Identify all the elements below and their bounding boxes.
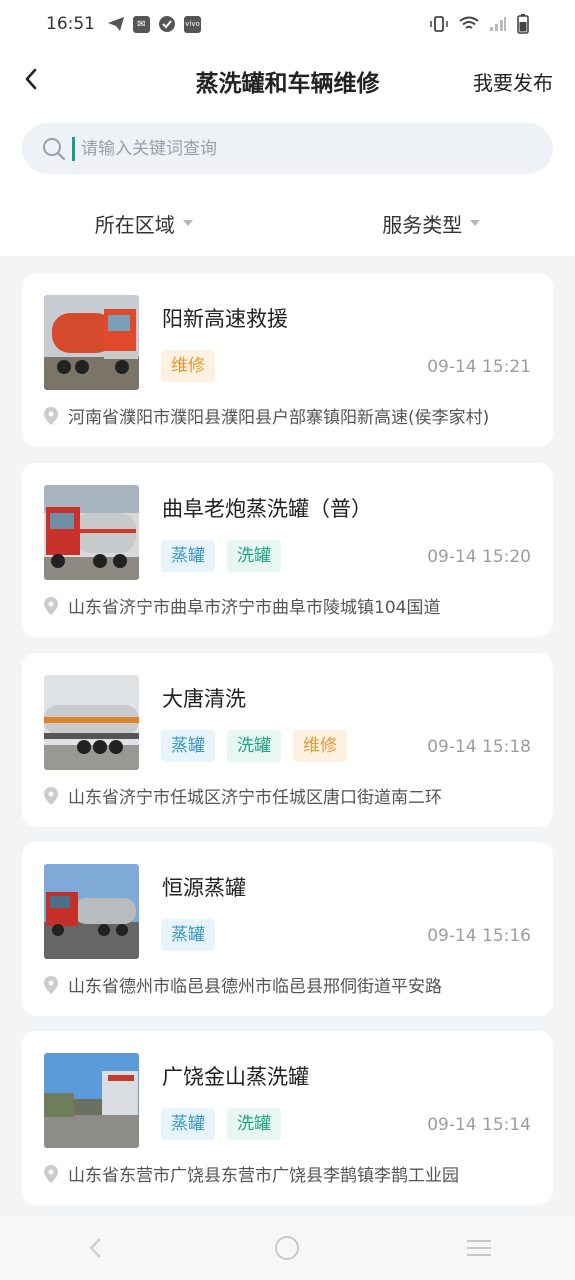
listing-thumbnail	[44, 1053, 139, 1148]
listing-thumbnail	[44, 675, 139, 770]
listing-tags: 蒸罐 洗罐	[161, 540, 281, 572]
listing-tags: 蒸罐	[161, 919, 215, 951]
listing-address: 山东省济宁市任城区济宁市任城区唐口街道南二环	[44, 783, 442, 808]
listing-card[interactable]: 大唐清洗 蒸罐 洗罐 维修 09-14 15:18 山东省济宁市任城区济宁市任城…	[22, 653, 553, 827]
filter-service-type-dropdown[interactable]: 服务类型	[288, 190, 575, 256]
filter-region-dropdown[interactable]: 所在区域	[0, 190, 288, 256]
location-pin-icon	[44, 1164, 58, 1183]
listing-name: 恒源蒸罐	[162, 876, 246, 900]
listing-thumbnail	[44, 295, 139, 390]
chevron-left-icon	[25, 68, 37, 90]
listing-list: 阳新高速救援 维修 09-14 15:21 河南省濮阳市濮阳县濮阳县户部寨镇阳新…	[0, 256, 575, 1216]
listing-address-text: 山东省济宁市任城区济宁市任城区唐口街道南二环	[68, 788, 442, 808]
filter-service-type-label: 服务类型	[382, 212, 463, 237]
caret-down-icon	[182, 220, 193, 226]
service-tag: 洗罐	[227, 540, 281, 572]
search-icon	[43, 137, 66, 160]
search-section	[0, 110, 575, 190]
status-app-icons: ✉ vivo	[107, 15, 201, 33]
service-tag: 维修	[293, 730, 347, 762]
home-nav-icon	[275, 1236, 300, 1260]
listing-time: 09-14 15:14	[427, 1115, 531, 1135]
back-button[interactable]	[18, 64, 48, 94]
listing-thumbnail	[44, 485, 139, 580]
location-pin-icon	[44, 975, 58, 994]
listing-time: 09-14 15:20	[427, 547, 531, 567]
top-navigation-bar: 蒸洗罐和车辆维修 我要发布	[0, 48, 575, 110]
location-pin-icon	[44, 786, 58, 805]
listing-card[interactable]: 曲阜老炮蒸洗罐（普） 蒸罐 洗罐 09-14 15:20 山东省济宁市曲阜市济宁…	[22, 463, 553, 637]
text-cursor	[72, 136, 75, 161]
menu-nav-icon	[467, 1240, 492, 1256]
listing-name: 曲阜老炮蒸洗罐（普）	[162, 497, 372, 521]
listing-address-text: 河南省濮阳市濮阳县濮阳县户部寨镇阳新高速(侯李家村)	[68, 408, 490, 428]
listing-address: 河南省濮阳市濮阳县濮阳县户部寨镇阳新高速(侯李家村)	[44, 403, 489, 428]
search-bar[interactable]	[22, 123, 553, 174]
listing-thumbnail	[44, 864, 139, 959]
listing-card[interactable]: 恒源蒸罐 蒸罐 09-14 15:16 山东省德州市临邑县德州市临邑县邢侗街道平…	[22, 842, 553, 1016]
publish-button[interactable]: 我要发布	[473, 67, 553, 96]
status-right-icons	[429, 14, 529, 34]
caret-down-icon	[470, 220, 481, 226]
listing-time: 09-14 15:21	[427, 357, 531, 377]
service-tag: 蒸罐	[161, 1108, 215, 1140]
listing-card[interactable]: 阳新高速救援 维修 09-14 15:21 河南省濮阳市濮阳县濮阳县户部寨镇阳新…	[22, 273, 553, 447]
signal-icon	[490, 17, 506, 31]
nav-back-button[interactable]	[76, 1228, 116, 1268]
listing-address-text: 山东省德州市临邑县德州市临邑县邢侗街道平安路	[68, 977, 442, 997]
listing-name: 广饶金山蒸洗罐	[162, 1065, 309, 1089]
search-input[interactable]	[81, 138, 521, 159]
service-tag: 洗罐	[227, 730, 281, 762]
status-time: 16:51	[46, 14, 95, 34]
filter-region-label: 所在区域	[94, 212, 175, 237]
battery-icon	[517, 14, 529, 34]
service-tag: 蒸罐	[161, 919, 215, 951]
service-tag: 维修	[161, 350, 215, 382]
message-icon: ✉	[133, 15, 150, 33]
wifi-icon	[459, 16, 479, 29]
listing-address: 山东省东营市广饶县东营市广饶县李鹊镇李鹊工业园	[44, 1161, 459, 1186]
listing-tags: 维修	[161, 350, 215, 382]
listing-address: 山东省德州市临邑县德州市临邑县邢侗街道平安路	[44, 972, 442, 997]
vibrate-icon	[430, 16, 448, 32]
listing-tags: 蒸罐 洗罐	[161, 1108, 281, 1140]
system-navigation-bar	[0, 1216, 575, 1280]
service-tag: 蒸罐	[161, 730, 215, 762]
location-pin-icon	[44, 406, 58, 425]
listing-name: 大唐清洗	[162, 687, 246, 711]
filter-bar: 所在区域 服务类型	[0, 190, 575, 256]
listing-time: 09-14 15:18	[427, 737, 531, 757]
back-nav-icon	[89, 1238, 101, 1258]
service-tag: 洗罐	[227, 1108, 281, 1140]
nav-menu-button[interactable]	[459, 1228, 499, 1268]
nav-home-button[interactable]	[267, 1228, 307, 1268]
listing-card[interactable]: 广饶金山蒸洗罐 蒸罐 洗罐 09-14 15:14 山东省东营市广饶县东营市广饶…	[22, 1031, 553, 1205]
listing-address: 山东省济宁市曲阜市济宁市曲阜市陵城镇104国道	[44, 593, 440, 618]
vivo-icon: vivo	[184, 15, 201, 33]
telegram-icon	[108, 17, 124, 31]
listing-address-text: 山东省济宁市曲阜市济宁市曲阜市陵城镇104国道	[68, 598, 441, 618]
listing-name: 阳新高速救援	[162, 307, 288, 331]
listing-address-text: 山东省东营市广饶县东营市广饶县李鹊镇李鹊工业园	[68, 1166, 459, 1186]
check-icon	[159, 16, 175, 32]
listing-time: 09-14 15:16	[427, 926, 531, 946]
listing-tags: 蒸罐 洗罐 维修	[161, 730, 347, 762]
service-tag: 蒸罐	[161, 540, 215, 572]
location-pin-icon	[44, 596, 58, 615]
status-bar: 16:51 ✉ vivo	[0, 0, 575, 48]
